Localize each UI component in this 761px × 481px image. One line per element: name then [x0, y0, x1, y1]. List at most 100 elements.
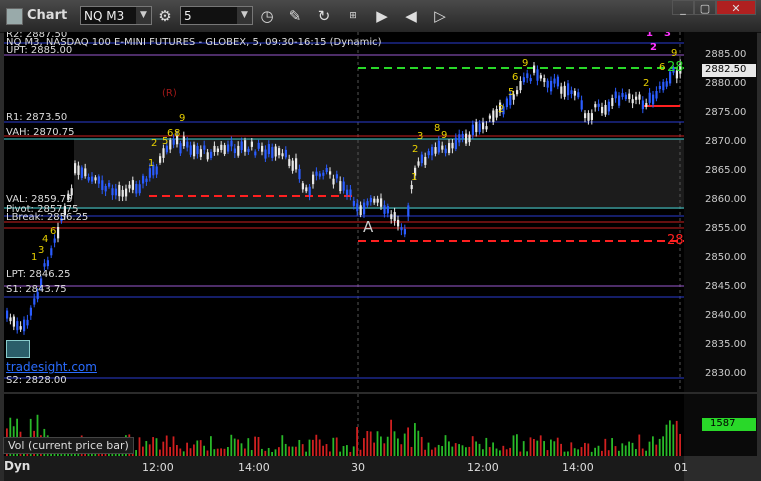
candle-body [233, 148, 236, 154]
forward-icon[interactable]: ▷ [430, 6, 450, 26]
refresh-icon[interactable]: ↻ [314, 6, 334, 26]
volume-bar [295, 446, 297, 456]
candle-body [465, 133, 468, 144]
volume-bar [611, 438, 613, 456]
minimize-button[interactable]: _ [672, 0, 694, 15]
volume-bar [580, 447, 583, 456]
volume-bar [587, 443, 590, 456]
candle-body [567, 83, 570, 96]
watermark-link[interactable]: tradesight.com [6, 360, 97, 374]
candle-body [118, 185, 121, 197]
volume-label: Vol (current price bar) [3, 437, 134, 454]
price-axis[interactable]: 2885.00 2880.00 2875.00 2870.00 2865.00 2860.… [684, 32, 757, 392]
candle-body [488, 115, 491, 119]
symbol-combo[interactable]: NQ M3 ▼ [80, 6, 152, 25]
volume-bar [308, 439, 311, 456]
volume-bar [434, 447, 437, 456]
candle-body [53, 238, 56, 243]
volume-bar [441, 446, 443, 456]
settings-icon[interactable]: ⊞ [343, 6, 363, 26]
volume-bar [165, 435, 168, 456]
x-tick: 12:00 [142, 461, 174, 474]
title-bar: Chart NQ M3 ▼ ⚙ 5 ▼ ◷ ✎ ↻ ⊞ ▶ ◀ ▷ _ ▢ ✕ [0, 0, 761, 33]
candle-body [373, 198, 376, 203]
candle-body [621, 92, 624, 97]
interval-combo[interactable]: 5 ▼ [180, 6, 253, 25]
lpt-label: LPT: 2846.25 [6, 269, 71, 280]
volume-bar [655, 444, 658, 456]
volume-bar [437, 444, 440, 456]
volume-bar [427, 442, 430, 456]
gear-icon[interactable]: ⚙ [155, 6, 175, 26]
volume-badge-value: 1587 [710, 418, 736, 429]
candle-body [6, 310, 9, 319]
candle-body [210, 151, 213, 158]
candle-body [417, 161, 420, 166]
candle-body [539, 75, 542, 79]
maximize-button[interactable]: ▢ [694, 0, 716, 15]
candle-body [346, 189, 349, 195]
y-tick: 2880.00 [705, 78, 747, 89]
chevron-down-icon[interactable]: ▼ [237, 7, 252, 24]
candle-body [478, 123, 481, 133]
candle-body [434, 147, 437, 154]
price-chart[interactable]: R2: 2887.50 NQ M3, NASDAQ 100 E-MINI FUT… [4, 32, 684, 392]
volume-bar [152, 437, 154, 456]
chevron-down-icon[interactable]: ▼ [136, 7, 151, 24]
candle-body [57, 227, 60, 239]
volume-bar [373, 442, 375, 456]
volume-bar [342, 446, 345, 456]
candle-body [193, 144, 196, 157]
candle-body [641, 100, 644, 110]
candle-body [274, 146, 277, 157]
x-tick: 14:00 [562, 461, 594, 474]
candle-body [454, 137, 457, 150]
candle-body [556, 76, 559, 87]
candle-body [87, 177, 90, 181]
candle-body [9, 317, 12, 322]
candle-body [128, 184, 131, 189]
candle-body [342, 181, 345, 191]
candle-body [597, 103, 600, 107]
dynamic-mode-label[interactable]: Dyn [4, 459, 30, 473]
volume-bar [315, 434, 318, 456]
candle-body [305, 187, 308, 192]
data-window-icon[interactable] [6, 340, 30, 358]
volume-bar [247, 438, 250, 456]
candle-body [33, 298, 36, 305]
time-axis[interactable]: 12:00 14:00 30 12:00 14:00 01 [4, 456, 688, 481]
x-tick: 30 [351, 461, 365, 474]
volume-bar [665, 424, 668, 456]
candle-body [43, 263, 46, 267]
volume-bar [482, 449, 484, 456]
candle-body [386, 206, 389, 214]
candle-body [461, 133, 464, 139]
volume-axis: 1587 [684, 394, 757, 456]
volume-bar [444, 435, 447, 456]
play-icon[interactable]: ▶ [372, 6, 392, 26]
y-tick: 2830.00 [705, 368, 747, 379]
x-tick: 12:00 [467, 461, 499, 474]
volume-bar [417, 430, 420, 456]
symbol-value: NQ M3 [84, 9, 125, 23]
candle-body [573, 90, 576, 96]
candle-body [662, 81, 665, 91]
volume-bar [488, 447, 491, 456]
candle-body [278, 148, 281, 156]
close-button[interactable]: ✕ [716, 0, 756, 15]
a-marker: A [363, 218, 374, 236]
pencil-icon[interactable]: ✎ [285, 6, 305, 26]
candle-body [624, 94, 627, 100]
volume-bar [522, 441, 525, 456]
volume-bar [543, 441, 545, 456]
candle-body [369, 197, 372, 203]
clock-icon[interactable]: ◷ [257, 6, 277, 26]
back-icon[interactable]: ◀ [401, 6, 421, 26]
candle-body [424, 156, 427, 165]
y-tick: 2875.00 [705, 107, 747, 118]
candle-body [288, 159, 291, 166]
volume-bar [298, 439, 301, 456]
price-chart-svg [4, 32, 684, 392]
candle-body [264, 149, 267, 159]
candle-body [553, 78, 556, 84]
